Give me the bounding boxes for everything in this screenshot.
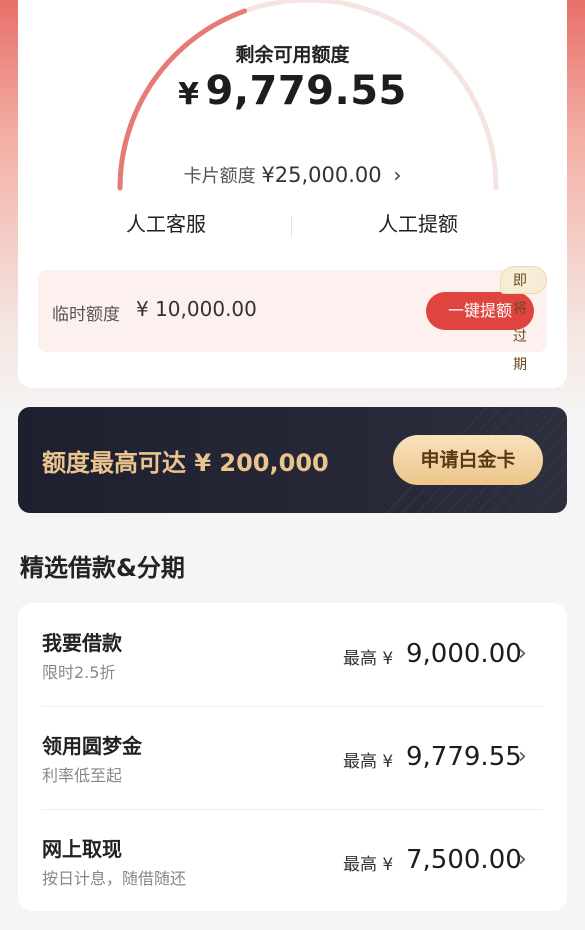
temporary-limit-box: 临时额度 ¥ 10,000.00 一键提额 即将过期	[38, 266, 547, 373]
expiring-badge: 即将过期	[500, 266, 547, 373]
chevron-right-icon: ›	[393, 163, 402, 187]
loan-item-max-label: 最高 ¥	[343, 752, 394, 772]
loan-item-name: 领用圆梦金	[42, 734, 142, 758]
loan-item-subtitle: 限时2.5折	[42, 663, 116, 682]
chevron-right-icon: ›	[518, 847, 527, 872]
section-title: 精选借款&分期	[20, 554, 185, 582]
loan-item-amount: 7,500.00	[406, 845, 522, 875]
loan-item-borrow[interactable]: 我要借款 限时2.5折 最高 ¥ 9,000.00 ›	[18, 603, 567, 706]
loan-item-max-label: 最高 ¥	[343, 649, 394, 669]
loan-item-subtitle: 按日计息，随借随还	[42, 869, 187, 888]
service-divider	[291, 216, 292, 238]
remaining-amount: ¥9,779.55	[18, 68, 567, 114]
remaining-label: 剩余可用额度	[235, 44, 350, 66]
raise-limit-button[interactable]: 人工提额	[308, 208, 528, 237]
loan-item-subtitle: 利率低至起	[42, 766, 123, 785]
platinum-banner[interactable]: 额度最高可达 ¥ 200,000 申请白金卡	[18, 407, 567, 513]
card-limit-link[interactable]: 卡片额度 ¥25,000.00 ›	[18, 162, 567, 188]
currency-symbol: ¥	[178, 77, 200, 112]
loan-item-max-label: 最高 ¥	[343, 855, 394, 875]
loan-item-name: 网上取现	[42, 837, 122, 861]
customer-service-button[interactable]: 人工客服	[56, 208, 276, 237]
card-limit-label: 卡片额度	[183, 166, 256, 187]
card-limit-value: ¥25,000.00	[261, 163, 382, 187]
loan-list: 我要借款 限时2.5折 最高 ¥ 9,000.00 › 领用圆梦金 利率低至起 …	[18, 603, 567, 911]
loan-item-cash-withdrawal[interactable]: 网上取现 按日计息，随借随还 最高 ¥ 7,500.00 ›	[18, 809, 567, 912]
chevron-right-icon: ›	[518, 744, 527, 769]
apply-platinum-button[interactable]: 申请白金卡	[393, 435, 543, 485]
temporary-limit-label: 临时额度	[52, 305, 120, 325]
service-row: 人工客服 人工提额	[18, 208, 567, 248]
banner-text: 额度最高可达 ¥ 200,000	[42, 449, 329, 477]
loan-item-amount: 9,000.00	[406, 639, 522, 669]
remaining-value: 9,779.55	[205, 68, 407, 114]
chevron-right-icon: ›	[518, 641, 527, 666]
loan-item-name: 我要借款	[42, 631, 122, 655]
quota-card: 剩余可用额度 ¥9,779.55 卡片额度 ¥25,000.00 › 人工客服 …	[18, 0, 567, 388]
loan-item-dream-fund[interactable]: 领用圆梦金 利率低至起 最高 ¥ 9,779.55 ›	[18, 706, 567, 809]
loan-item-amount: 9,779.55	[406, 742, 522, 772]
temporary-limit-value: ¥ 10,000.00	[136, 297, 257, 321]
